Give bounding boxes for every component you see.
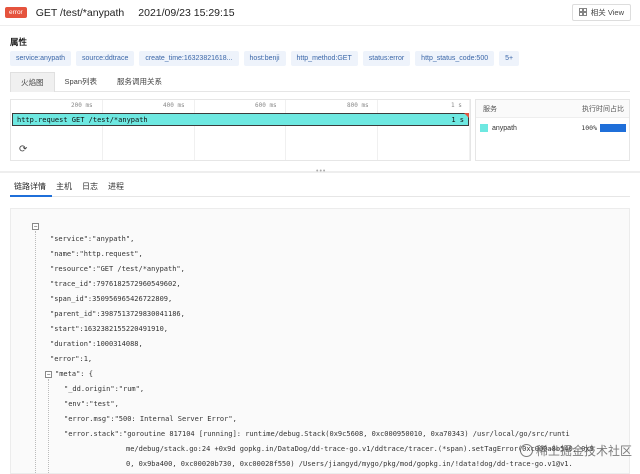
json-line: "error.stack":"goroutine 817104 [running… bbox=[64, 430, 570, 438]
json-line: "meta": { bbox=[55, 370, 93, 378]
json-line: "name":"http.request", bbox=[50, 250, 143, 258]
view-tabs: 火焰图 Span列表 服务调用关系 bbox=[10, 72, 630, 92]
trace-title: GET /test/*anypath bbox=[35, 6, 125, 19]
collapse-meta-icon[interactable]: − bbox=[45, 371, 52, 378]
tag-source[interactable]: source:ddtrace bbox=[76, 51, 135, 66]
tag-more[interactable]: 5+ bbox=[499, 51, 520, 66]
tab-trace-details[interactable]: 链路详情 bbox=[10, 179, 52, 197]
service-name: anypath bbox=[492, 124, 517, 132]
ratio-column-header: 执行时间占比 bbox=[582, 105, 624, 113]
attributes-heading: 属性 bbox=[10, 37, 28, 47]
tree-guide bbox=[48, 379, 49, 473]
service-ratio-header: 服务 执行时间占比 bbox=[476, 100, 629, 118]
tag-create-time[interactable]: create_time:16323821618... bbox=[139, 51, 239, 66]
error-corner-marker bbox=[464, 113, 469, 118]
trace-timestamp: 2021/09/23 15:29:15 bbox=[138, 6, 235, 19]
json-line: "trace_id":7976182572960549602, bbox=[50, 280, 181, 288]
trace-header: error GET /test/*anypath 2021/09/23 15:2… bbox=[0, 0, 640, 26]
json-viewer: − "service":"anypath", "name":"http.requ… bbox=[10, 208, 630, 474]
tag-host[interactable]: host:benji bbox=[243, 51, 286, 66]
time-axis: 200 ms 400 ms 600 ms 800 ms 1 s bbox=[11, 102, 470, 112]
tick-label: 1 s bbox=[451, 102, 462, 109]
reset-zoom-icon[interactable]: ⟳ bbox=[19, 144, 27, 155]
tick-label: 200 ms bbox=[71, 102, 93, 109]
tag-status[interactable]: status:error bbox=[362, 51, 411, 66]
json-line: 0, 0x9ba400, 0xc00020b730, 0xc00028f550)… bbox=[126, 460, 573, 468]
tab-processes[interactable]: 进程 bbox=[104, 179, 130, 197]
tick-label: 800 ms bbox=[347, 102, 369, 109]
span-duration: 1 s bbox=[451, 116, 464, 124]
json-line: "duration":1000314088, bbox=[50, 340, 143, 348]
service-percent-bar bbox=[600, 124, 626, 132]
watermark-text: 稀土掘金技术社区 bbox=[535, 444, 632, 458]
related-view-button[interactable]: 相关 View bbox=[571, 4, 631, 21]
service-column-header: 服务 bbox=[483, 105, 497, 113]
json-line: "service":"anypath", bbox=[50, 235, 135, 243]
tag-http-method[interactable]: http_method:GET bbox=[290, 51, 358, 66]
service-ratio-panel: 服务 执行时间占比 anypath 100% bbox=[475, 99, 630, 161]
error-status-badge: error bbox=[5, 7, 27, 18]
detail-tabs: 链路详情 主机 日志 进程 bbox=[10, 179, 630, 197]
collapse-root-icon[interactable]: − bbox=[32, 223, 39, 230]
flame-graph: 200 ms 400 ms 600 ms 800 ms 1 s http.req… bbox=[10, 99, 471, 161]
json-line: "parent_id":3987513729830041186, bbox=[50, 310, 185, 318]
tree-guide bbox=[35, 231, 36, 473]
related-view-label: 相关 View bbox=[590, 8, 624, 17]
service-color-swatch bbox=[480, 124, 488, 132]
json-line: "error.msg":"500: Internal Server Error"… bbox=[64, 415, 237, 423]
tab-flame-graph[interactable]: 火焰图 bbox=[10, 72, 55, 92]
juejin-logo-icon bbox=[519, 444, 533, 457]
json-line: "env":"test", bbox=[64, 400, 119, 408]
tab-host[interactable]: 主机 bbox=[52, 179, 78, 197]
tag-service[interactable]: service:anypath bbox=[10, 51, 72, 66]
json-line: "error":1, bbox=[50, 355, 93, 363]
service-percent: 100% bbox=[581, 124, 597, 132]
span-bar[interactable]: http.request GET /test/*anypath 1 s bbox=[12, 113, 469, 126]
resize-handle-icon[interactable]: ••• bbox=[316, 168, 326, 175]
grid-icon bbox=[578, 7, 587, 18]
tick-label: 600 ms bbox=[255, 102, 277, 109]
service-row[interactable]: anypath 100% bbox=[476, 118, 629, 132]
span-label: http.request GET /test/*anypath bbox=[17, 116, 148, 124]
tab-logs[interactable]: 日志 bbox=[78, 179, 104, 197]
tab-service-map[interactable]: 服务调用关系 bbox=[107, 72, 172, 92]
attribute-tags: service:anypath source:ddtrace create_ti… bbox=[10, 51, 520, 66]
json-line: "resource":"GET /test/*anypath", bbox=[50, 265, 185, 273]
tag-http-status-code[interactable]: http_status_code:500 bbox=[415, 51, 495, 66]
tab-span-list[interactable]: Span列表 bbox=[55, 72, 108, 92]
tick-label: 400 ms bbox=[163, 102, 185, 109]
json-line: "span_id":350956965426722809, bbox=[50, 295, 173, 303]
json-line: "start":1632382155220491910, bbox=[50, 325, 169, 333]
json-line: "_dd.origin":"rum", bbox=[64, 385, 145, 393]
watermark: 稀土掘金技术社区 bbox=[519, 442, 632, 459]
